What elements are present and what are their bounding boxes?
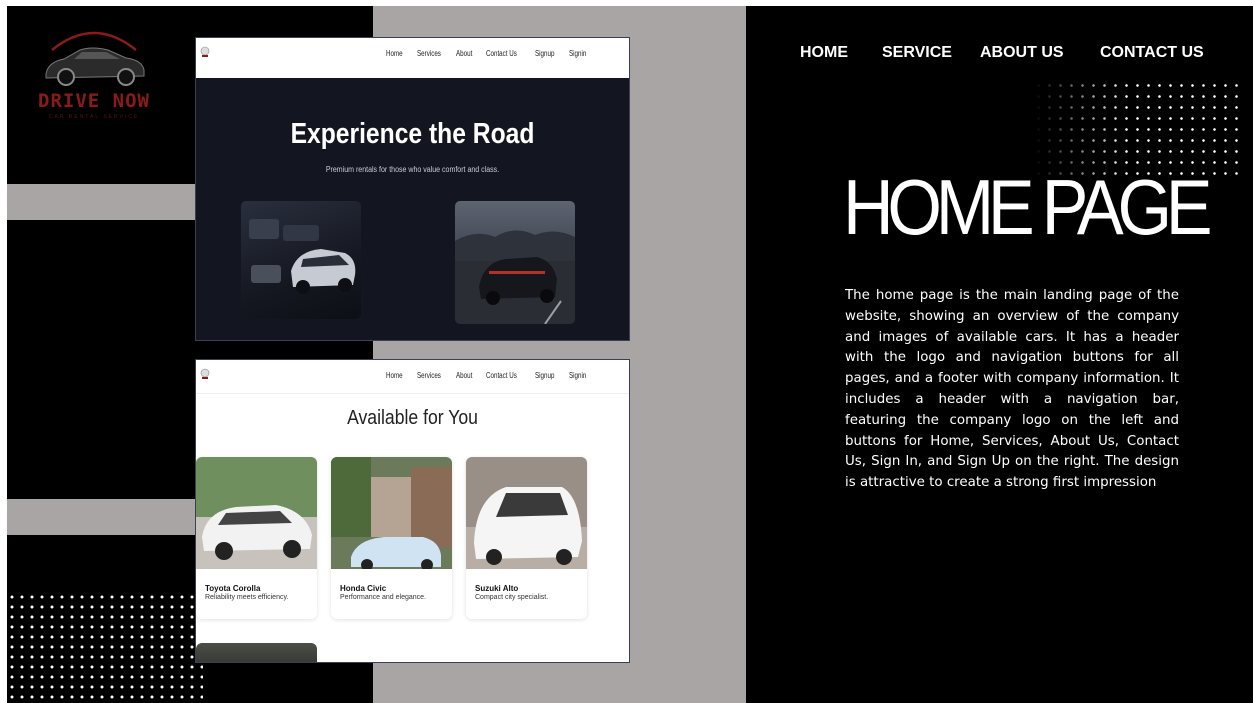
car-card-partial[interactable] [196, 643, 317, 662]
car-image-corolla [196, 457, 317, 569]
car-description: Performance and elegance. [340, 594, 426, 601]
car-description: Compact city specialist. [475, 594, 549, 601]
mockup-nav-signin[interactable]: Signin [569, 371, 586, 380]
home-hero-screenshot: Home Services About Contact Us Signup Si… [195, 37, 630, 341]
car-logo-icon [45, 31, 145, 86]
mockup-nav-signup[interactable]: Signup [535, 371, 554, 380]
mockup-header: Home Services About Contact Us Signup Si… [196, 38, 629, 78]
mockup-logo-icon [200, 46, 210, 57]
gray-bar-top [7, 184, 207, 220]
page-description: The home page is the main landing page o… [845, 288, 1179, 491]
mockup-nav: Home Services About Contact Us Signup Si… [386, 49, 591, 58]
dot-pattern-top-right [1033, 80, 1246, 175]
car-image-alto [466, 457, 587, 569]
page-title: HOME PAGE [843, 163, 1213, 251]
car-image-civic [331, 457, 452, 569]
mockup-nav-2: Home Services About Contact Us Signup Si… [386, 371, 591, 380]
mockup-nav-services[interactable]: Services [417, 371, 441, 380]
car-name: Toyota Corolla [205, 584, 261, 593]
slide-nav: HOME SERVICE ABOUT US CONTACT US [793, 44, 1213, 68]
mockup-nav-home[interactable]: Home [386, 49, 403, 58]
car-description: Reliability meets efficiency. [205, 594, 289, 601]
hero-subtitle: Premium rentals for those who value comf… [325, 165, 500, 174]
mockup-nav-about[interactable]: About [456, 49, 472, 58]
mockup-logo-icon [200, 368, 210, 379]
hero-car-image-1 [241, 201, 361, 319]
logo-text: DRIVE NOW [38, 90, 150, 112]
hero-title: Experience the Road [290, 118, 535, 150]
car-card-corolla[interactable]: Toyota Corolla Reliability meets efficie… [196, 457, 317, 619]
available-cars-screenshot: Home Services About Contact Us Signup Si… [195, 359, 630, 663]
car-card-civic[interactable]: Honda Civic Performance and elegance. [331, 457, 452, 619]
hero-car-image-2 [455, 201, 575, 324]
nav-contact-us[interactable]: CONTACT US [1100, 44, 1204, 62]
car-name: Suzuki Alto [475, 584, 519, 593]
car-name: Honda Civic [340, 584, 387, 593]
nav-service[interactable]: SERVICE [882, 44, 952, 62]
mockup-nav-signup[interactable]: Signup [535, 49, 554, 58]
mockup-nav-about[interactable]: About [456, 371, 472, 380]
mockup-nav-services[interactable]: Services [417, 49, 441, 58]
gray-bar-bottom [7, 499, 207, 535]
mockup-nav-home[interactable]: Home [386, 371, 403, 380]
car-card-alto[interactable]: Suzuki Alto Compact city specialist. [466, 457, 587, 619]
nav-about-us[interactable]: ABOUT US [980, 44, 1064, 62]
mockup-nav-contact[interactable]: Contact Us [486, 371, 517, 380]
drive-now-logo: DRIVE NOW CAR RENTAL SERVICE [34, 22, 154, 126]
available-title: Available for You [347, 407, 478, 429]
logo-tagline: CAR RENTAL SERVICE [48, 114, 140, 120]
mockup-nav-signin[interactable]: Signin [569, 49, 586, 58]
dot-pattern-bottom-left [7, 592, 203, 703]
mockup-header-2: Home Services About Contact Us Signup Si… [196, 360, 629, 394]
mockup-nav-contact[interactable]: Contact Us [486, 49, 517, 58]
nav-home[interactable]: HOME [800, 44, 848, 62]
